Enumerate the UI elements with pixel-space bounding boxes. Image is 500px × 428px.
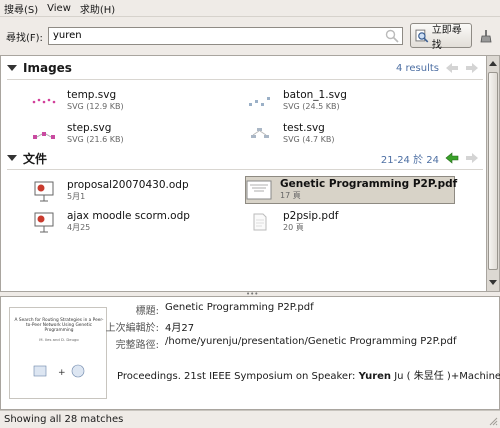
expand-arrow-icon[interactable] <box>7 155 17 161</box>
path-key: 完整路徑: <box>115 340 159 351</box>
item-detail: 20 頁 <box>283 223 304 232</box>
item-name: ajax moodle scorm.odp <box>67 210 190 222</box>
menu-help[interactable]: 求助(H) <box>80 1 115 16</box>
menu-bar: 搜尋(S) View 求助(H) <box>0 0 500 17</box>
item-name: temp.svg <box>67 89 117 101</box>
status-bar: Showing all 28 matches <box>0 410 500 428</box>
item-detail: SVG (21.6 KB) <box>67 135 124 144</box>
item-name: Genetic Programming P2P.pdf <box>280 178 458 190</box>
scroll-down-arrow-icon[interactable] <box>489 280 497 285</box>
scroll-thumb[interactable] <box>488 72 498 270</box>
previous-page-icon[interactable] <box>445 62 459 74</box>
item-detail: SVG (4.7 KB) <box>283 135 335 144</box>
category-count: 4 results <box>395 62 439 74</box>
category-title: Images <box>23 61 72 75</box>
item-name: test.svg <box>283 122 325 134</box>
find-now-label: 立即尋找 <box>431 24 462 51</box>
item-name: p2psip.pdf <box>283 210 339 222</box>
find-icon <box>415 29 429 42</box>
category-separator <box>7 169 483 170</box>
search-label: 尋找(F): <box>6 33 43 44</box>
list-item[interactable]: p2psip.pdf 20 頁 <box>245 208 455 236</box>
category-header-images[interactable]: Images 4 results <box>1 58 487 78</box>
list-item[interactable]: step.svg SVG (21.6 KB) <box>29 120 229 148</box>
category-header-documents[interactable]: 文件 21-24 於 24 <box>1 148 487 168</box>
diagram-icon: + <box>33 364 85 378</box>
list-item[interactable]: test.svg SVG (4.7 KB) <box>245 120 445 148</box>
list-item[interactable]: temp.svg SVG (12.9 KB) <box>29 87 229 115</box>
item-name: step.svg <box>67 122 112 134</box>
status-text: Showing all 28 matches <box>4 414 124 425</box>
find-now-button[interactable]: 立即尋找 <box>410 23 472 51</box>
svg-thumbnail-icon <box>29 89 59 113</box>
resize-grip-icon[interactable] <box>488 416 498 426</box>
presentation-icon <box>29 179 59 203</box>
preview-thumbnail: A Search for Routing Strategies in a Pee… <box>9 307 107 399</box>
svg-thumbnail-icon <box>29 122 59 146</box>
list-item[interactable]: proposal20070430.odp 5月1 <box>29 177 239 205</box>
item-name: proposal20070430.odp <box>67 179 189 191</box>
clear-broom-icon[interactable] <box>479 29 493 43</box>
next-page-icon[interactable] <box>465 152 479 164</box>
menu-view[interactable]: View <box>47 3 71 14</box>
item-detail: 4月25 <box>67 223 91 232</box>
list-item-selected[interactable]: Genetic Programming P2P.pdf 17 頁 <box>245 176 458 204</box>
search-toolbar: 尋找(F): yuren 立即尋找 <box>0 17 500 55</box>
expand-arrow-icon[interactable] <box>7 65 17 71</box>
item-detail: SVG (12.9 KB) <box>67 102 124 111</box>
list-item[interactable]: ajax moodle scorm.odp 4月25 <box>29 208 239 236</box>
path-value: /home/yurenju/presentation/Genetic Progr… <box>165 336 457 347</box>
title-value: Genetic Programming P2P.pdf <box>165 302 314 313</box>
item-name: baton_1.svg <box>283 89 347 101</box>
snippet-before: Proceedings. 21st IEEE Symposium on Spea… <box>117 371 359 382</box>
category-count: 21-24 於 24 <box>380 154 439 166</box>
title-key: 標題: <box>135 306 159 317</box>
thumbnail-title: A Search for Routing Strategies in a Pee… <box>14 318 104 333</box>
item-detail: 5月1 <box>67 192 86 201</box>
preview-pane: A Search for Routing Strategies in a Pee… <box>0 296 500 410</box>
menu-search[interactable]: 搜尋(S) <box>4 1 38 16</box>
presentation-icon <box>29 210 59 234</box>
pdf-thumbnail-icon <box>246 178 272 202</box>
list-item[interactable]: baton_1.svg SVG (24.5 KB) <box>245 87 445 115</box>
svg-thumbnail-icon <box>245 122 275 146</box>
category-title: 文件 <box>23 151 48 166</box>
previous-page-icon[interactable] <box>445 152 459 164</box>
svg-text:+: + <box>58 368 66 378</box>
search-icon <box>385 29 399 43</box>
item-detail: SVG (24.5 KB) <box>283 102 340 111</box>
match-snippet: Proceedings. 21st IEEE Symposium on Spea… <box>117 367 500 382</box>
edited-key: 上次編輯於: <box>105 323 159 334</box>
results-scrollbar[interactable] <box>486 55 500 292</box>
svg-thumbnail-icon <box>245 89 275 113</box>
snippet-after: Ju ( 朱昱任 )+Machine Le... <box>394 371 500 382</box>
scroll-up-arrow-icon[interactable] <box>489 61 497 66</box>
category-separator <box>7 79 483 80</box>
item-detail: 17 頁 <box>280 191 301 200</box>
snippet-match: Yuren <box>358 371 392 382</box>
next-page-icon[interactable] <box>465 62 479 74</box>
search-input[interactable]: yuren <box>48 27 403 45</box>
document-icon <box>245 210 275 234</box>
thumbnail-authors: M. Iles and D. Deugo <box>39 337 79 342</box>
results-pane[interactable]: Images 4 results temp.svg SVG (12.9 KB) … <box>0 55 488 292</box>
edited-value: 4月27 <box>165 323 195 334</box>
